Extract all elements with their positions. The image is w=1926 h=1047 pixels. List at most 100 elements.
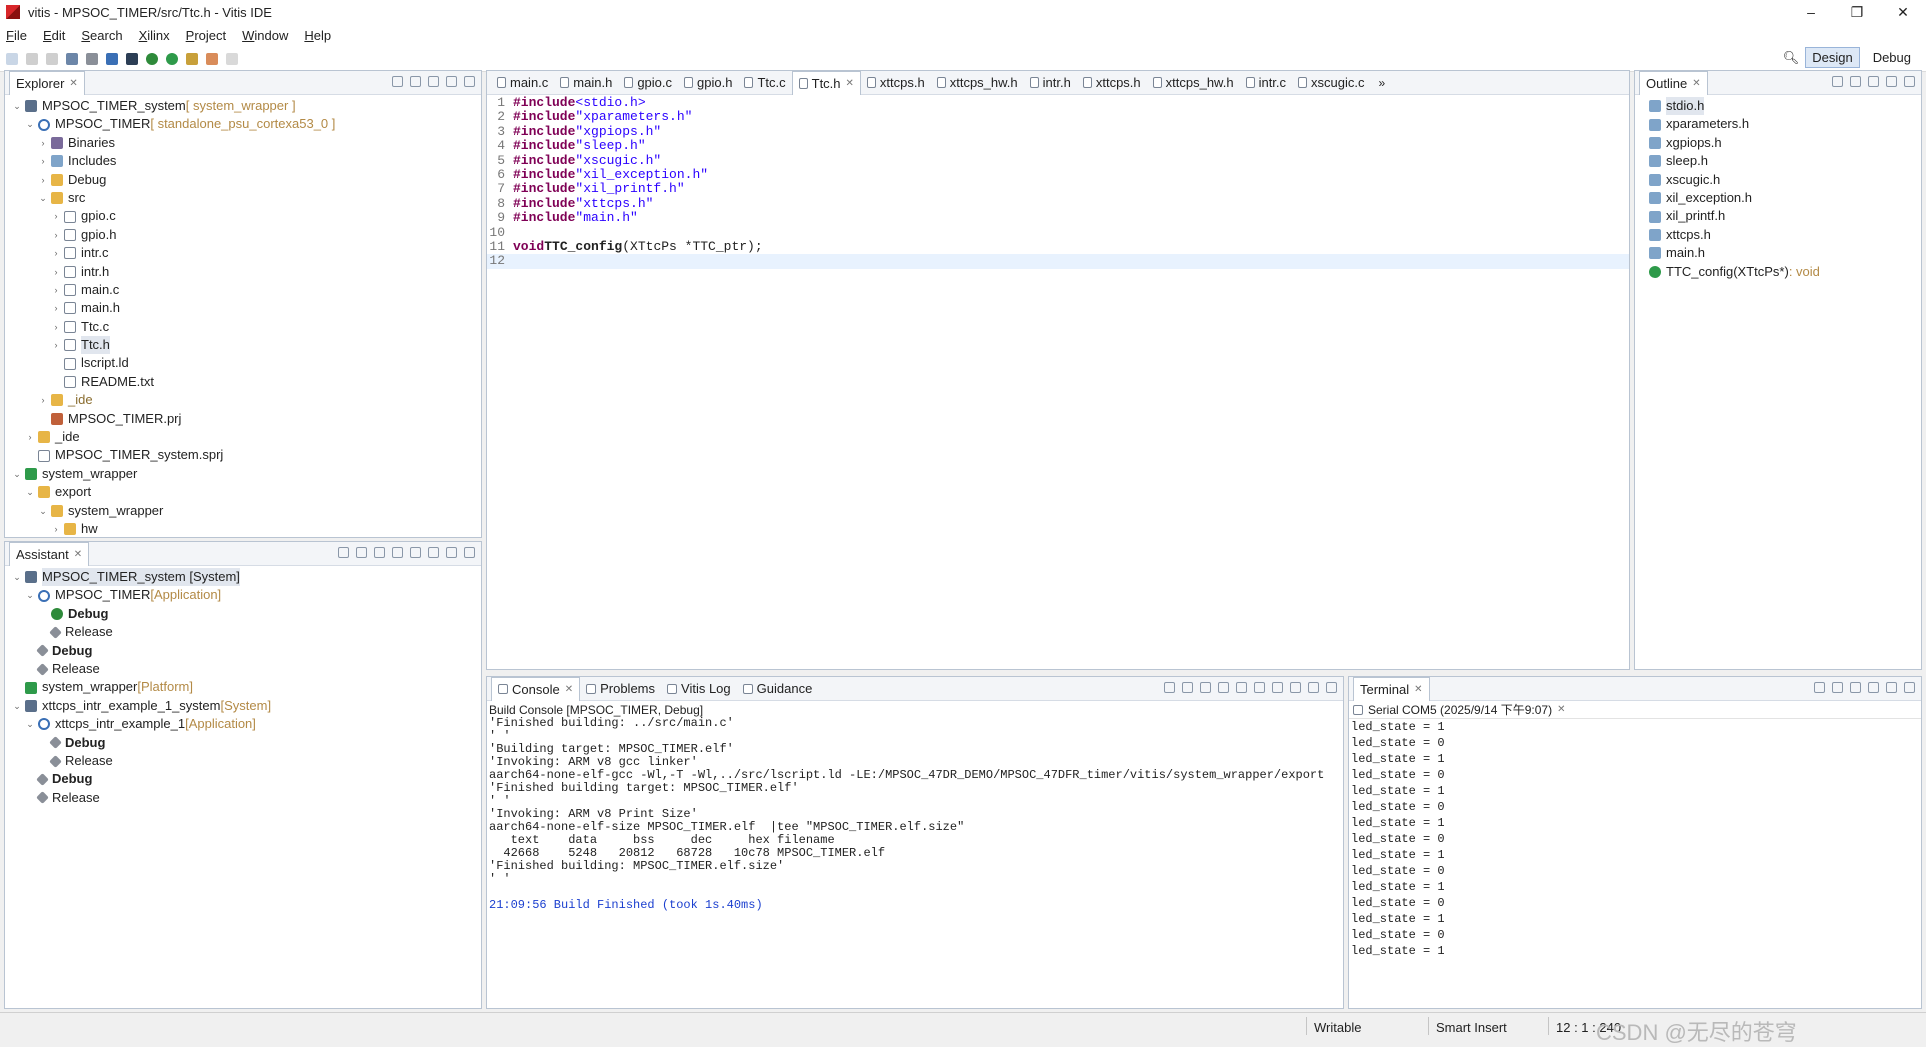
tree-row[interactable]: ⌄ MPSOC_TIMER [Application]: [5, 586, 481, 604]
collapsed-arrow-icon[interactable]: ›: [50, 226, 62, 244]
collapsed-arrow-icon[interactable]: ›: [50, 207, 62, 225]
maximize-view-icon[interactable]: [1904, 76, 1915, 87]
collapsed-arrow-icon[interactable]: ›: [24, 428, 36, 446]
collapsed-arrow-icon[interactable]: ›: [37, 134, 49, 152]
tab-explorer[interactable]: Explorer ✕: [9, 70, 85, 95]
debug-icon[interactable]: [428, 547, 439, 558]
debug-icon[interactable]: [146, 52, 158, 65]
menu-project[interactable]: Project: [186, 28, 226, 43]
editor-tab[interactable]: Ttc.h ✕: [791, 70, 861, 95]
tab-overflow-icon[interactable]: »: [1379, 76, 1386, 90]
tree-row[interactable]: › gpio.c: [5, 207, 481, 225]
tree-row[interactable]: Release: [5, 623, 481, 641]
terminal-session-tab[interactable]: Serial COM5 (2025/9/14 下午9:07) ✕: [1349, 701, 1921, 719]
collapsed-arrow-icon[interactable]: ›: [50, 299, 62, 317]
tool-icon[interactable]: [186, 52, 198, 65]
forward-icon[interactable]: [226, 52, 238, 65]
search-icon[interactable]: 🔍︎: [1783, 50, 1800, 66]
close-tab-icon[interactable]: ✕: [1414, 684, 1422, 695]
outline-item[interactable]: xgpiops.h: [1649, 134, 1921, 152]
expanded-arrow-icon[interactable]: ⌄: [11, 97, 23, 115]
tree-row[interactable]: ⌄ xttcps_intr_example_1_system [System]: [5, 697, 481, 715]
close-tab-icon[interactable]: ✕: [846, 78, 854, 89]
debug-perspective-button[interactable]: Debug: [1866, 47, 1918, 68]
run-icon[interactable]: [410, 547, 421, 558]
close-tab-icon[interactable]: ✕: [1692, 78, 1700, 89]
scroll-down-icon[interactable]: [1164, 682, 1175, 693]
tree-row[interactable]: › Ttc.h: [5, 336, 481, 355]
open-terminal-icon[interactable]: [1814, 682, 1825, 693]
console-tab[interactable]: Vitis Log: [661, 677, 737, 701]
save-icon[interactable]: [26, 52, 38, 65]
outline-function[interactable]: TTC_config(XTtcPs*) : void: [1649, 263, 1921, 281]
tab-outline[interactable]: Outline ✕: [1639, 70, 1708, 95]
maximize-button[interactable]: ❐: [1834, 0, 1880, 24]
tree-row[interactable]: Debug: [5, 605, 481, 623]
outline-item[interactable]: sleep.h: [1649, 152, 1921, 170]
expanded-arrow-icon[interactable]: ⌄: [11, 465, 23, 483]
clear-console-icon[interactable]: [1218, 682, 1229, 693]
collapsed-arrow-icon[interactable]: ›: [50, 244, 62, 262]
expanded-arrow-icon[interactable]: ⌄: [24, 715, 36, 733]
tree-row[interactable]: › Debug: [5, 171, 481, 189]
design-perspective-button[interactable]: Design: [1805, 47, 1860, 68]
expanded-arrow-icon[interactable]: ⌄: [24, 115, 36, 133]
collapsed-arrow-icon[interactable]: ›: [50, 336, 62, 354]
editor-tab[interactable]: intr.h: [1024, 71, 1077, 95]
outline-item[interactable]: stdio.h: [1649, 97, 1921, 116]
tree-row[interactable]: Debug: [5, 642, 481, 660]
maximize-view-icon[interactable]: [1326, 682, 1337, 693]
menu-xilinx[interactable]: Xilinx: [139, 28, 170, 43]
editor-tab[interactable]: gpio.h: [678, 71, 738, 95]
tree-row[interactable]: ⌄ MPSOC_TIMER_system [ system_wrapper ]: [5, 97, 481, 115]
tree-row[interactable]: › main.c: [5, 281, 481, 299]
menu-file[interactable]: File: [6, 28, 27, 43]
outline-item[interactable]: xttcps.h: [1649, 226, 1921, 244]
close-tab-icon[interactable]: ✕: [69, 78, 77, 89]
terminal-icon[interactable]: [126, 52, 138, 65]
editor-tab[interactable]: xttcps_hw.h: [931, 71, 1024, 95]
code-editor[interactable]: 1 #include <stdio.h> 2 #include "xparameter…: [487, 95, 1629, 669]
display-console-icon[interactable]: [1272, 682, 1283, 693]
collapsed-arrow-icon[interactable]: ›: [50, 263, 62, 281]
word-wrap-icon[interactable]: [1254, 682, 1265, 693]
tree-row[interactable]: › intr.h: [5, 263, 481, 281]
editor-tab[interactable]: main.c: [491, 71, 554, 95]
maximize-view-icon[interactable]: [1904, 682, 1915, 693]
link-editor-icon[interactable]: [410, 76, 421, 87]
tree-row[interactable]: README.txt: [5, 373, 481, 391]
build-icon[interactable]: [66, 52, 78, 65]
outline-item[interactable]: main.h: [1649, 244, 1921, 262]
filter-icon[interactable]: [1868, 76, 1879, 87]
tree-row[interactable]: Debug: [5, 734, 481, 752]
clear-icon[interactable]: [1850, 682, 1861, 693]
tree-row[interactable]: Release: [5, 660, 481, 678]
tree-row[interactable]: MPSOC_TIMER.prj: [5, 410, 481, 428]
build-icon[interactable]: [392, 547, 403, 558]
expanded-arrow-icon[interactable]: ⌄: [24, 586, 36, 604]
back-icon[interactable]: [206, 52, 218, 65]
menu-window[interactable]: Window: [242, 28, 288, 43]
minimize-view-icon[interactable]: [1886, 682, 1897, 693]
scroll-lock-icon[interactable]: [1868, 682, 1879, 693]
tree-row[interactable]: › _ide: [5, 391, 481, 409]
tree-row[interactable]: ⌄ export: [5, 483, 481, 501]
outline-item[interactable]: xil_exception.h: [1649, 189, 1921, 207]
editor-tab[interactable]: Ttc.c: [738, 71, 791, 95]
settings-icon[interactable]: [374, 547, 385, 558]
tree-row[interactable]: Debug: [5, 770, 481, 788]
filter-icon[interactable]: [428, 76, 439, 87]
collapse-icon[interactable]: [338, 547, 349, 558]
tree-row[interactable]: › gpio.h: [5, 226, 481, 244]
tree-row[interactable]: › intr.c: [5, 244, 481, 262]
run-icon[interactable]: [166, 52, 178, 65]
expanded-arrow-icon[interactable]: ⌄: [11, 568, 23, 586]
tree-row[interactable]: › hw: [5, 520, 481, 538]
expanded-arrow-icon[interactable]: ⌄: [11, 697, 23, 715]
editor-tab[interactable]: xttcps.h: [861, 71, 931, 95]
editor-tab[interactable]: xscugic.c: [1292, 71, 1370, 95]
minimize-view-icon[interactable]: [446, 547, 457, 558]
tree-row[interactable]: ⌄ xttcps_intr_example_1 [Application]: [5, 715, 481, 733]
editor-tab[interactable]: xttcps_hw.h: [1147, 71, 1240, 95]
maximize-view-icon[interactable]: [464, 547, 475, 558]
